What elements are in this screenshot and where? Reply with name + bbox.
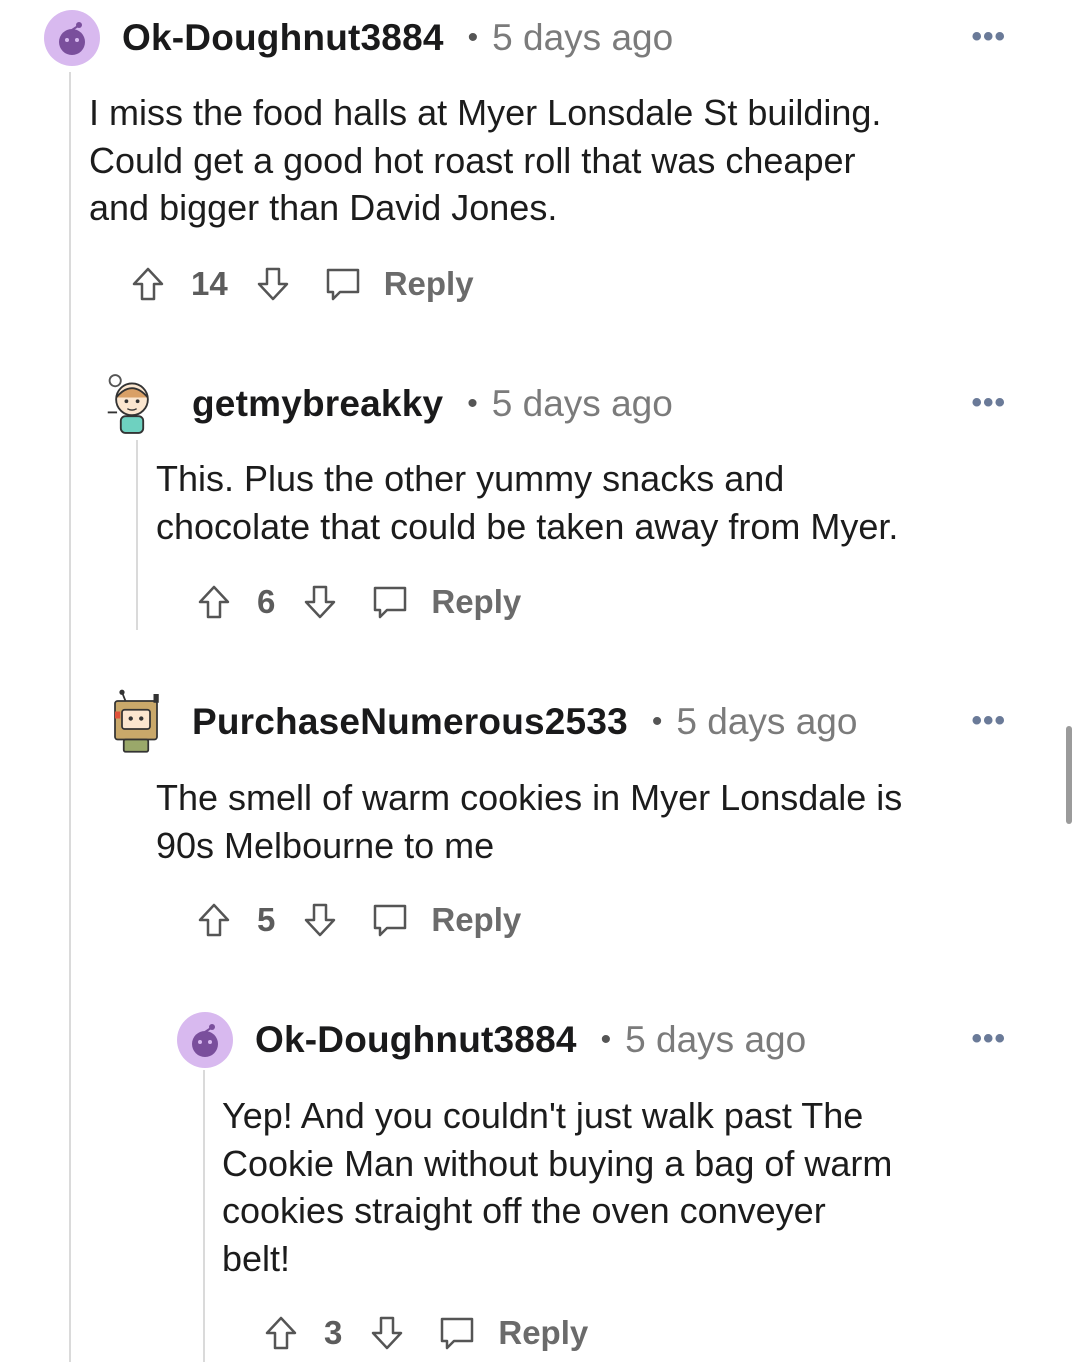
downvote-icon[interactable] xyxy=(303,902,337,938)
separator-dot: • xyxy=(467,387,478,420)
vote-count: 5 xyxy=(257,901,276,938)
custom-avatar-icon[interactable] xyxy=(104,374,160,434)
username[interactable]: getmybreakky xyxy=(192,383,443,425)
comment-actions: 5 Reply xyxy=(197,897,521,943)
downvote-icon[interactable] xyxy=(370,1315,404,1351)
snoo-avatar-icon[interactable] xyxy=(177,1012,233,1068)
comment-header: Ok-Doughnut3884 • 5 days ago xyxy=(44,8,673,68)
comment-header: Ok-Doughnut3884 • 5 days ago xyxy=(177,1010,806,1070)
upvote-icon[interactable] xyxy=(197,584,231,620)
username[interactable]: Ok-Doughnut3884 xyxy=(255,1019,577,1061)
vote-count: 6 xyxy=(257,583,276,620)
vote-count: 3 xyxy=(324,1314,343,1351)
comment-actions: 6 Reply xyxy=(197,579,521,625)
timestamp: 5 days ago xyxy=(492,17,674,58)
reply-button[interactable]: Reply xyxy=(431,583,521,621)
reply-button[interactable]: Reply xyxy=(384,265,474,303)
reply-icon[interactable] xyxy=(371,584,409,620)
more-options-icon[interactable]: ••• xyxy=(971,1022,1006,1056)
more-options-icon[interactable]: ••• xyxy=(971,704,1006,738)
comment-header: getmybreakky • 5 days ago xyxy=(104,374,673,434)
reply-icon[interactable] xyxy=(371,902,409,938)
thread-line-level-2[interactable] xyxy=(203,1070,205,1362)
downvote-icon[interactable] xyxy=(303,584,337,620)
upvote-icon[interactable] xyxy=(197,902,231,938)
comment-body: This. Plus the other yummy snacks and ch… xyxy=(156,458,899,547)
timestamp: 5 days ago xyxy=(676,701,858,742)
downvote-icon[interactable] xyxy=(256,266,290,302)
upvote-icon[interactable] xyxy=(264,1315,298,1351)
comment-thread: Ok-Doughnut3884 • 5 days ago ••• I miss … xyxy=(0,0,1080,1372)
username[interactable]: Ok-Doughnut3884 xyxy=(122,17,444,59)
separator-dot: • xyxy=(600,1023,612,1056)
reply-icon[interactable] xyxy=(324,266,362,302)
reply-button[interactable]: Reply xyxy=(431,901,521,939)
snoo-avatar-icon[interactable] xyxy=(44,10,100,66)
timestamp: 5 days ago xyxy=(491,383,673,424)
thread-line-level-0[interactable] xyxy=(69,72,71,1362)
timestamp: 5 days ago xyxy=(625,1019,807,1060)
comment-body: Yep! And you couldn't just walk past The… xyxy=(222,1095,893,1279)
scrollbar[interactable] xyxy=(1066,726,1072,824)
separator-dot: • xyxy=(651,705,663,738)
thread-line-level-1[interactable] xyxy=(136,440,138,630)
comment-body: The smell of warm cookies in Myer Lonsda… xyxy=(156,777,903,866)
upvote-icon[interactable] xyxy=(131,266,165,302)
separator-dot: • xyxy=(467,21,479,54)
comment-actions: 14 Reply xyxy=(131,261,474,307)
comment-header: PurchaseNumerous2533 • 5 days ago xyxy=(108,689,858,753)
reply-icon[interactable] xyxy=(438,1315,476,1351)
vote-count: 14 xyxy=(191,265,228,302)
comment-body: I miss the food halls at Myer Lonsdale S… xyxy=(89,92,882,228)
more-options-icon[interactable]: ••• xyxy=(971,20,1006,54)
reply-button[interactable]: Reply xyxy=(498,1314,588,1352)
more-options-icon[interactable]: ••• xyxy=(971,386,1006,420)
robot-avatar-icon[interactable] xyxy=(108,689,164,753)
comment-actions: 3 Reply xyxy=(264,1310,588,1356)
username[interactable]: PurchaseNumerous2533 xyxy=(192,701,628,743)
